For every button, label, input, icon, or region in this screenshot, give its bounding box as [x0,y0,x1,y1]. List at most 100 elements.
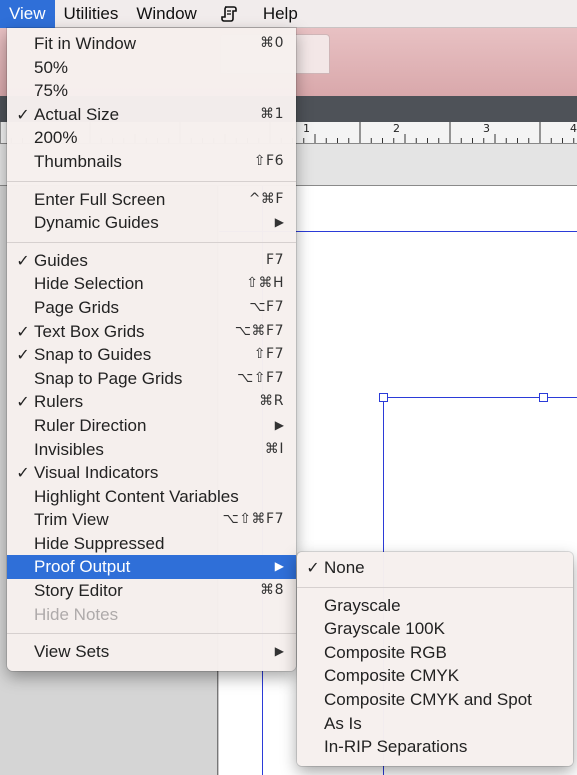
view-menu-item-hide-selection[interactable]: Hide Selection ⇧⌘H [7,272,296,296]
view-menu-item-enter-full-screen[interactable]: Enter Full Screen ^⌘F [7,188,296,212]
view-menu-item-story-editor[interactable]: Story Editor ⌘8 [7,579,296,603]
menu-item-shortcut: ⌘1 [260,105,284,122]
menu-item-label: Trim View [34,510,109,530]
menu-bar: View Utilities Window Help [0,0,577,28]
view-menu-item-ruler-direction[interactable]: Ruler Direction ▶ [7,414,296,438]
menu-item-shortcut: ⌥F7 [249,298,284,315]
view-menu-item-thumbnails[interactable]: Thumbnails ⇧F6 [7,150,296,174]
view-menu-item-fit-in-window[interactable]: Fit in Window ⌘0 [7,32,296,56]
view-menu-item-highlight-content-variables[interactable]: Highlight Content Variables [7,485,296,509]
menu-item-shortcut: ⌘R [259,393,284,410]
view-menu-item-invisibles[interactable]: Invisibles ⌘I [7,438,296,462]
menu-window[interactable]: Window [127,0,205,28]
menu-item-shortcut: ⌥⇧⌘F7 [222,511,284,528]
view-menu-item-snap-to-guides[interactable]: ✓ Snap to Guides ⇧F7 [7,343,296,367]
view-menu-item-dynamic-guides[interactable]: Dynamic Guides ▶ [7,211,296,235]
menu-item-label: Fit in Window [34,34,137,53]
proof-output-item-grayscale[interactable]: Grayscale [297,594,573,618]
menu-separator [297,580,573,594]
checkmark-icon: ✓ [16,250,30,270]
menu-item-label: Dynamic Guides [34,213,159,233]
ruler-number: 4 [570,122,577,135]
menu-item-label: View Sets [34,642,110,662]
menu-item-label: Snap to Page Grids [34,368,183,388]
menu-item-label: Invisibles [34,439,104,459]
view-menu-item-hide-notes: Hide Notes [7,603,296,627]
view-menu-item-rulers[interactable]: ✓ Rulers ⌘R [7,390,296,414]
menu-item-label: Grayscale 100K [324,619,445,639]
proof-output-item-grayscale-100k[interactable]: Grayscale 100K [297,617,573,641]
menu-item-label: Text Box Grids [34,321,145,341]
view-menu-item-200[interactable]: 200% [7,126,296,150]
menu-item-label: 200% [34,128,78,148]
menu-item-label: Actual Size [34,104,120,124]
menu-item-shortcut: ⇧F7 [253,346,284,363]
submenu-arrow-icon: ▶ [274,644,284,659]
proof-output-item-composite-rgb[interactable]: Composite RGB [297,641,573,665]
menu-separator [7,235,296,249]
submenu-arrow-icon: ▶ [274,417,284,432]
view-menu-item-guides[interactable]: ✓ Guides F7 [7,249,296,273]
proof-output-item-composite-cmyk-and-spot[interactable]: Composite CMYK and Spot [297,688,573,712]
menu-item-label: Proof Output [34,557,131,577]
checkmark-icon: ✓ [16,104,30,124]
menu-item-label: Grayscale [324,595,401,615]
submenu-arrow-icon: ▶ [274,559,284,574]
checkmark-icon: ✓ [16,463,30,483]
menu-item-label: Thumbnails [34,151,122,171]
proof-output-item-none[interactable]: ✓ None [297,556,573,580]
view-menu-item-proof-output[interactable]: Proof Output ▶ [7,555,296,580]
submenu-arrow-icon: ▶ [274,215,284,230]
menu-item-label: Highlight Content Variables [34,486,239,506]
view-menu-item-visual-indicators[interactable]: ✓ Visual Indicators [7,461,296,485]
proof-output-item-composite-cmyk[interactable]: Composite CMYK [297,664,573,688]
checkmark-icon: ✓ [16,321,30,341]
menu-item-label: Hide Suppressed [34,533,165,553]
menu-help[interactable]: Help [254,0,307,28]
menu-separator [7,626,296,640]
view-menu-item-text-box-grids[interactable]: ✓ Text Box Grids ⌥⌘F7 [7,320,296,344]
view-menu-item-50[interactable]: 50% [7,56,296,80]
proof-output-submenu: ✓ None Grayscale Grayscale 100K Composite RG… [297,552,573,766]
menu-item-label: Enter Full Screen [34,189,166,209]
menu-item-label: Snap to Guides [34,345,152,365]
script-icon[interactable] [206,0,254,28]
menu-item-shortcut: ⇧F6 [253,152,284,169]
view-menu-item-75[interactable]: 75% [7,79,296,103]
menu-item-label: None [324,558,365,577]
menu-item-label: Visual Indicators [34,463,159,483]
view-menu-item-actual-size[interactable]: ✓ Actual Size ⌘1 [7,103,296,127]
menu-item-shortcut: ⌘0 [260,35,284,51]
menu-item-shortcut: ⌥⌘F7 [234,322,284,339]
menu-separator [7,174,296,188]
menu-item-shortcut: ⇧⌘H [246,275,284,292]
menu-utilities[interactable]: Utilities [55,0,128,28]
menu-item-label: 75% [34,81,69,101]
view-menu-item-hide-suppressed[interactable]: Hide Suppressed [7,532,296,556]
proof-output-item-in-rip-separations[interactable]: In-RIP Separations [297,735,573,759]
menu-item-label: Story Editor [34,581,123,601]
menu-view[interactable]: View [0,0,55,28]
ruler-number: 2 [393,122,400,135]
menu-item-shortcut: F7 [266,251,284,268]
ruler-number: 1 [303,122,310,135]
view-menu-item-view-sets[interactable]: View Sets ▶ [7,640,296,664]
view-menu-item-page-grids[interactable]: Page Grids ⌥F7 [7,296,296,320]
menu-item-shortcut: ⌘I [264,440,284,457]
menu-item-shortcut: ⌘8 [260,582,284,599]
resize-handle[interactable] [539,393,548,402]
ruler-number: 3 [483,122,490,135]
proof-output-item-as-is[interactable]: As Is [297,712,573,736]
menu-item-shortcut: ⌥⇧F7 [237,369,284,386]
menu-item-label: Guides [34,250,88,270]
menu-item-label: Hide Notes [34,604,119,624]
menu-item-label: Hide Selection [34,274,144,294]
menu-item-label: Page Grids [34,297,120,317]
menu-item-label: Composite RGB [324,642,447,662]
view-menu-item-trim-view[interactable]: Trim View ⌥⇧⌘F7 [7,508,296,532]
menu-item-label: In-RIP Separations [324,737,468,757]
resize-handle[interactable] [379,393,388,402]
checkmark-icon: ✓ [16,392,30,412]
view-menu-item-snap-to-page-grids[interactable]: Snap to Page Grids ⌥⇧F7 [7,367,296,391]
checkmark-icon: ✓ [16,345,30,365]
